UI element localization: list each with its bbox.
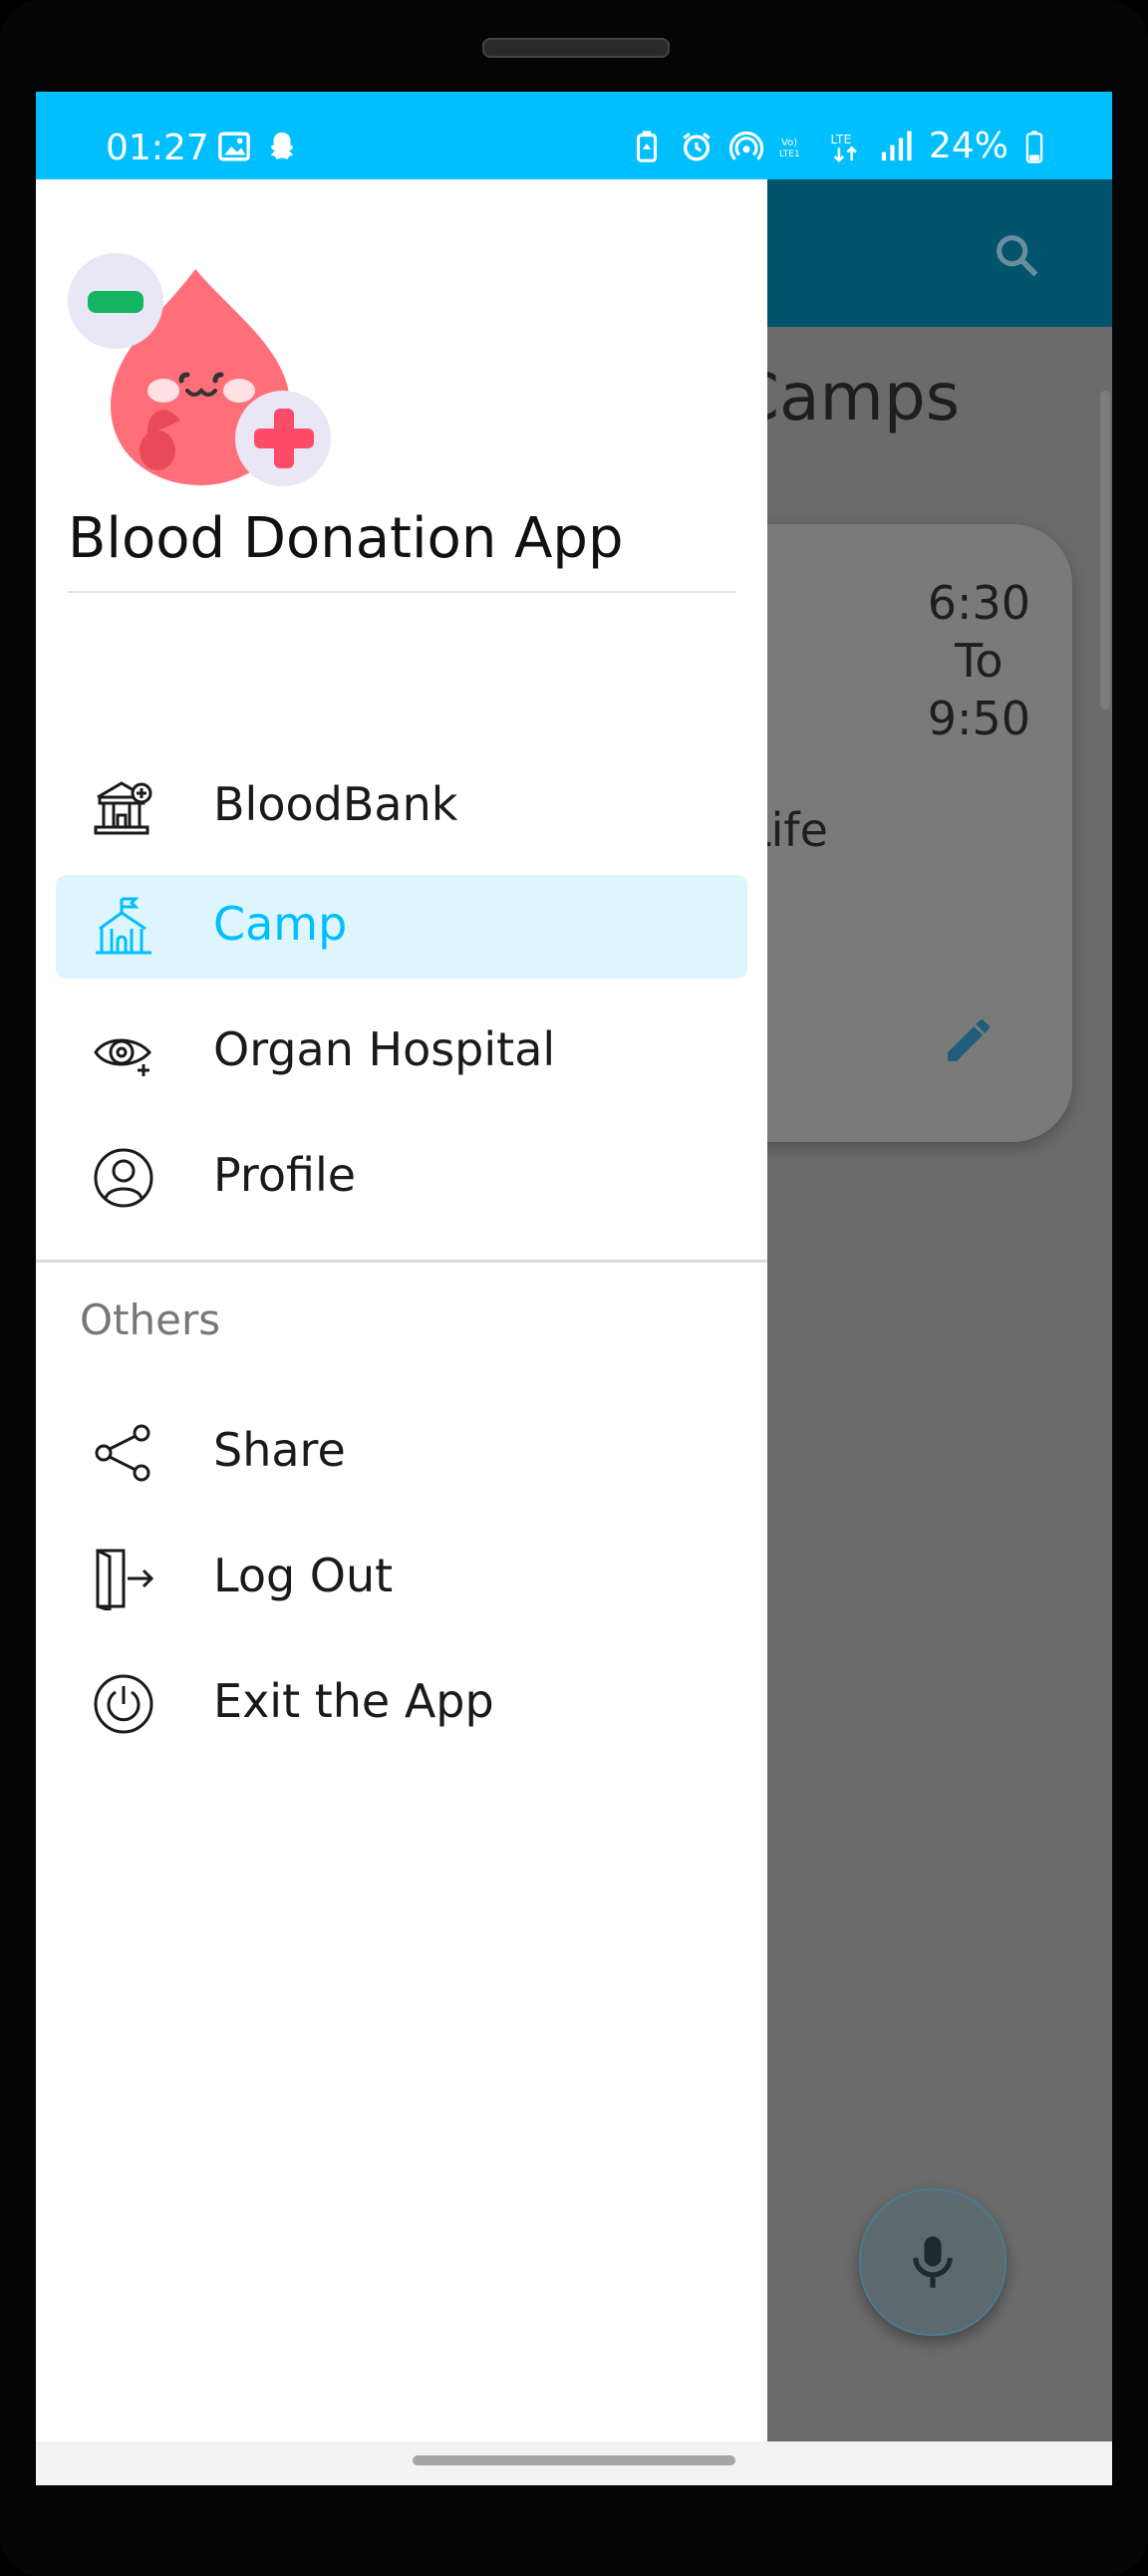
- status-time: 01:27: [106, 128, 209, 168]
- power-icon: [94, 1674, 153, 1734]
- status-bar: 01:27 Vo) LTE1 LTE 24%: [36, 92, 1112, 179]
- svg-text:Vo): Vo): [781, 138, 797, 148]
- camp-tent-icon: [96, 897, 151, 955]
- drawer-item-label: Camp: [213, 897, 348, 951]
- voice-search-button[interactable]: [859, 2188, 1006, 2336]
- microphone-icon: [913, 2236, 953, 2288]
- image-icon: [218, 132, 250, 161]
- camp-time-start: 6:30: [927, 576, 1030, 630]
- camp-time-separator: To: [955, 634, 1004, 688]
- drawer-item-label: Organ Hospital: [213, 1022, 556, 1076]
- search-icon: [997, 235, 1038, 277]
- drawer-item-bloodbank[interactable]: BloodBank: [56, 755, 747, 859]
- drawer-item-label: Exit the App: [213, 1674, 494, 1728]
- phone-frame: 01:27 Vo) LTE1 LTE 24% Camps 6:30 To 9:5…: [0, 0, 1148, 2576]
- battery-saver-icon: [636, 130, 658, 162]
- drawer-item-profile[interactable]: Profile: [56, 1126, 747, 1230]
- page-title: Camps: [733, 359, 961, 435]
- drawer-item-label: Profile: [213, 1148, 357, 1202]
- drawer-item-logout[interactable]: Log Out: [56, 1527, 747, 1630]
- drawer-item-exit[interactable]: Exit the App: [56, 1652, 747, 1756]
- svg-text:LTE1: LTE1: [779, 149, 800, 159]
- drawer-item-share[interactable]: Share: [56, 1401, 747, 1505]
- drawer-app-title: Blood Donation App: [68, 506, 624, 571]
- navigation-gesture-bar: [36, 2441, 1112, 2485]
- section-header-others: Others: [80, 1295, 221, 1344]
- earpiece-speaker: [482, 38, 670, 58]
- title-divider: [68, 591, 735, 593]
- bloodbank-building-icon: [94, 781, 152, 835]
- status-icons-left: [217, 130, 299, 163]
- screen: 01:27 Vo) LTE1 LTE 24% Camps 6:30 To 9:5…: [36, 92, 1112, 2485]
- camp-time: 6:30 To 9:50: [928, 574, 1030, 747]
- organ-eye-icon: [94, 1038, 151, 1076]
- drawer-item-label: BloodBank: [213, 777, 458, 831]
- scrollbar[interactable]: [1100, 391, 1110, 710]
- share-icon: [95, 1424, 150, 1482]
- alarm-icon: [683, 132, 711, 160]
- signal-icon: [881, 130, 912, 160]
- home-gesture-handle[interactable]: [413, 2455, 735, 2465]
- snapchat-icon: [270, 132, 294, 159]
- navigation-drawer: Blood Donation App BloodBank Camp Organ …: [36, 179, 767, 2441]
- battery-percent: 24%: [928, 126, 1008, 166]
- profile-user-icon: [94, 1148, 153, 1208]
- drawer-item-label: Log Out: [213, 1549, 394, 1602]
- logout-door-icon: [96, 1549, 154, 1610]
- volte-icon: Vo)LTE1: [779, 138, 800, 159]
- blood-drop-logo: [68, 253, 331, 486]
- drawer-item-camp[interactable]: Camp: [56, 875, 747, 979]
- section-divider: [36, 1260, 767, 1263]
- search-button[interactable]: [991, 229, 1042, 281]
- drawer-item-organ-hospital[interactable]: Organ Hospital: [56, 1001, 747, 1104]
- status-icons-right: Vo) LTE1 LTE 24%: [630, 126, 1044, 166]
- lte-icon: LTE: [830, 133, 857, 162]
- drawer-item-label: Share: [213, 1423, 346, 1477]
- battery-icon: [1025, 130, 1043, 163]
- edit-icon[interactable]: [941, 1012, 997, 1068]
- svg-text:LTE: LTE: [830, 133, 851, 147]
- camp-time-end: 9:50: [927, 692, 1030, 745]
- hotspot-icon: [728, 131, 763, 160]
